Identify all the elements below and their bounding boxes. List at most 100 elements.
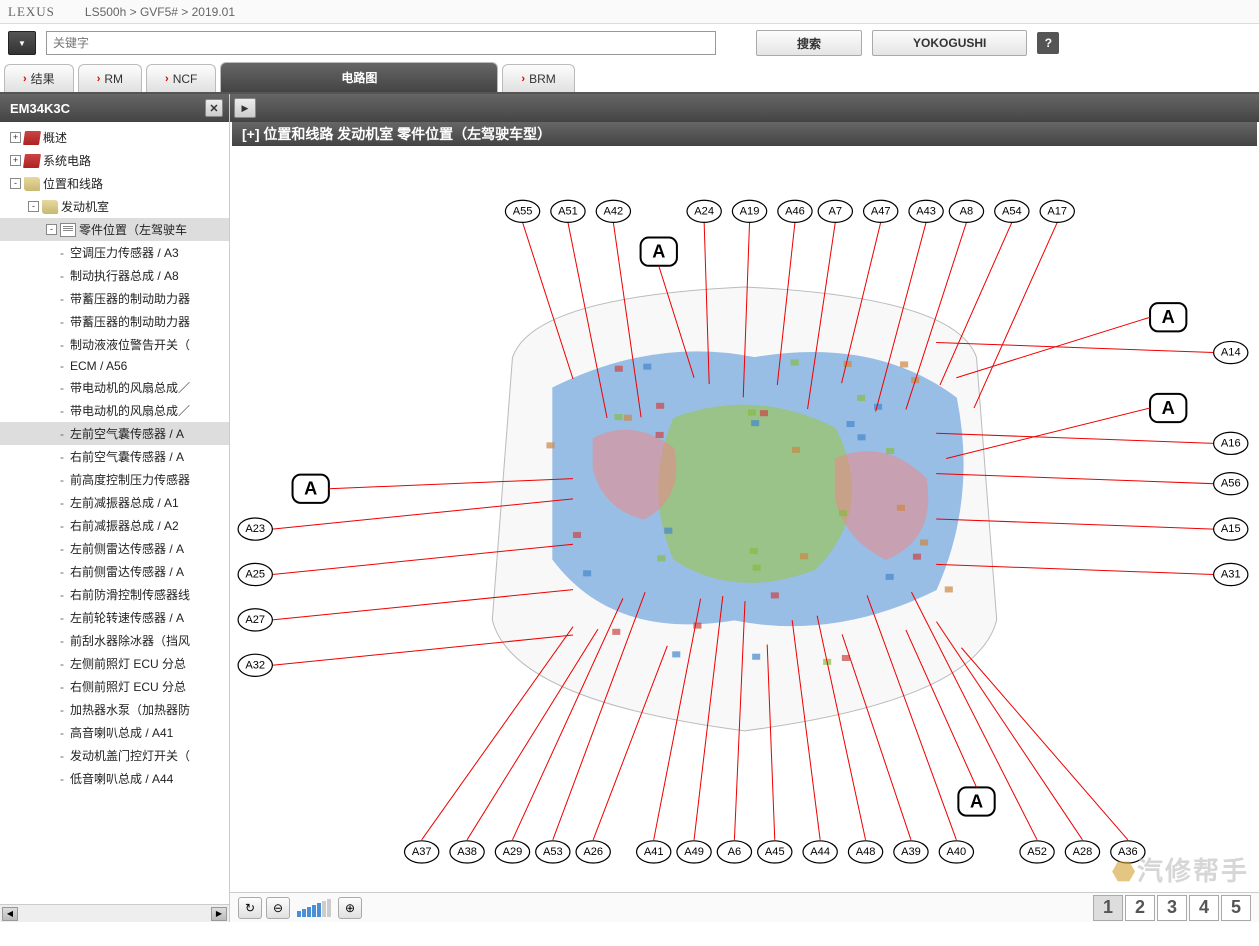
- page-2[interactable]: 2: [1125, 895, 1155, 921]
- svg-text:A55: A55: [513, 205, 533, 217]
- svg-text:A24: A24: [694, 205, 714, 217]
- tab-RM[interactable]: ›RM: [78, 64, 142, 92]
- svg-text:A37: A37: [412, 846, 432, 858]
- tree-leaf[interactable]: 右前空气囊传感器 / A: [0, 445, 229, 468]
- svg-text:A51: A51: [558, 205, 578, 217]
- svg-text:A: A: [652, 242, 665, 262]
- help-icon[interactable]: ?: [1037, 32, 1059, 54]
- expander-icon[interactable]: -: [10, 178, 21, 189]
- book-open-icon: [24, 177, 40, 191]
- svg-text:A44: A44: [810, 846, 830, 858]
- tree-leaf[interactable]: 右前防滑控制传感器线: [0, 583, 229, 606]
- pager: 12345: [1093, 895, 1251, 921]
- svg-text:A41: A41: [644, 846, 664, 858]
- svg-text:A53: A53: [543, 846, 563, 858]
- tree-node[interactable]: -零件位置（左驾驶车: [0, 218, 229, 241]
- tree-leaf[interactable]: 右侧前照灯 ECU 分总: [0, 675, 229, 698]
- tab-NCF[interactable]: ›NCF: [146, 64, 216, 92]
- tree-node[interactable]: +概述: [0, 126, 229, 149]
- tree-leaf[interactable]: 左前减振器总成 / A1: [0, 491, 229, 514]
- expander-icon[interactable]: +: [10, 132, 21, 143]
- tree-leaf[interactable]: 带蓄压器的制动助力器: [0, 287, 229, 310]
- tab-结果[interactable]: ›结果: [4, 64, 74, 92]
- tree-leaf[interactable]: 前高度控制压力传感器: [0, 468, 229, 491]
- page-1[interactable]: 1: [1093, 895, 1123, 921]
- tree-leaf[interactable]: 低音喇叭总成 / A44: [0, 767, 229, 790]
- svg-text:A27: A27: [245, 614, 265, 626]
- zoom-in-button[interactable]: ⊕: [338, 897, 362, 919]
- svg-text:A49: A49: [684, 846, 704, 858]
- tree-leaf[interactable]: 左侧前照灯 ECU 分总: [0, 652, 229, 675]
- tree-leaf[interactable]: 制动液液位警告开关（: [0, 333, 229, 356]
- svg-text:A38: A38: [457, 846, 477, 858]
- svg-text:A43: A43: [916, 205, 936, 217]
- svg-text:A56: A56: [1221, 478, 1241, 490]
- tab-BRM[interactable]: ›BRM: [502, 64, 574, 92]
- expand-button[interactable]: ▶: [234, 98, 256, 118]
- tree-leaf[interactable]: 左前侧雷达传感器 / A: [0, 537, 229, 560]
- svg-text:A28: A28: [1073, 846, 1093, 858]
- wiring-diagram[interactable]: A55A51A42A24A19A46A7A47A43A8A54A17AA23A2…: [230, 146, 1259, 892]
- sidebar: EM34K3C ✕ +概述+系统电路-位置和线路-发动机室-零件位置（左驾驶车空…: [0, 94, 230, 922]
- svg-text:A23: A23: [245, 523, 265, 535]
- doc-icon: [60, 223, 76, 237]
- tree-leaf[interactable]: 空调压力传感器 / A3: [0, 241, 229, 264]
- page-3[interactable]: 3: [1157, 895, 1187, 921]
- svg-text:A46: A46: [785, 205, 805, 217]
- sidebar-header: EM34K3C ✕: [0, 94, 229, 122]
- tree-leaf[interactable]: 加热器水泵（加热器防: [0, 698, 229, 721]
- expander-icon[interactable]: -: [46, 224, 57, 235]
- expander-icon[interactable]: +: [10, 155, 21, 166]
- svg-text:A16: A16: [1221, 437, 1241, 449]
- reset-view-button[interactable]: ↻: [238, 897, 262, 919]
- page-4[interactable]: 4: [1189, 895, 1219, 921]
- tree-leaf[interactable]: 带电动机的风扇总成／: [0, 399, 229, 422]
- svg-text:A45: A45: [765, 846, 785, 858]
- tree-leaf[interactable]: ECM / A56: [0, 356, 229, 376]
- tree-leaf[interactable]: 带电动机的风扇总成／: [0, 376, 229, 399]
- svg-text:A52: A52: [1027, 846, 1047, 858]
- svg-text:A48: A48: [856, 846, 876, 858]
- zoom-out-button[interactable]: ⊖: [266, 897, 290, 919]
- yokogushi-button[interactable]: YOKOGUSHI: [872, 30, 1027, 56]
- tree-leaf[interactable]: 右前减振器总成 / A2: [0, 514, 229, 537]
- tree-leaf[interactable]: 带蓄压器的制动助力器: [0, 310, 229, 333]
- nav-tree[interactable]: +概述+系统电路-位置和线路-发动机室-零件位置（左驾驶车空调压力传感器 / A…: [0, 122, 229, 904]
- tree-leaf[interactable]: 制动执行器总成 / A8: [0, 264, 229, 287]
- sidebar-close-button[interactable]: ✕: [205, 99, 223, 117]
- scroll-left-icon[interactable]: ◀: [2, 907, 18, 921]
- tree-leaf[interactable]: 前刮水器除冰器（挡风: [0, 629, 229, 652]
- search-scope-dropdown[interactable]: ▼: [8, 31, 36, 55]
- tree-leaf[interactable]: 右前侧雷达传感器 / A: [0, 560, 229, 583]
- sidebar-hscroll[interactable]: ◀ ▶: [0, 904, 229, 922]
- svg-text:A17: A17: [1047, 205, 1067, 217]
- tree-node[interactable]: +系统电路: [0, 149, 229, 172]
- zoom-level-indicator[interactable]: [297, 899, 331, 917]
- diagram-svg[interactable]: A55A51A42A24A19A46A7A47A43A8A54A17AA23A2…: [230, 146, 1259, 892]
- svg-text:A: A: [1162, 398, 1175, 418]
- tree-leaf[interactable]: 高音喇叭总成 / A41: [0, 721, 229, 744]
- expander-icon[interactable]: -: [28, 201, 39, 212]
- svg-text:A42: A42: [603, 205, 623, 217]
- tree-leaf[interactable]: 左前空气囊传感器 / A: [0, 422, 229, 445]
- content-toolbar: ▶: [230, 94, 1259, 122]
- book-red-icon: [23, 154, 41, 168]
- tree-leaf[interactable]: 发动机盖门控灯开关（: [0, 744, 229, 767]
- tab-电路图[interactable]: 电路图: [220, 62, 498, 92]
- svg-text:A29: A29: [503, 846, 523, 858]
- search-button[interactable]: 搜索: [756, 30, 862, 56]
- svg-text:A36: A36: [1118, 846, 1138, 858]
- tree-node[interactable]: -发动机室: [0, 195, 229, 218]
- page-5[interactable]: 5: [1221, 895, 1251, 921]
- svg-text:A: A: [304, 479, 317, 499]
- tree-node[interactable]: -位置和线路: [0, 172, 229, 195]
- svg-text:A6: A6: [728, 846, 742, 858]
- zoom-controls: ↻ ⊖ ⊕: [238, 897, 362, 919]
- tree-leaf[interactable]: 左前轮转速传感器 / A: [0, 606, 229, 629]
- breadcrumb: LS500h > GVF5# > 2019.01: [85, 5, 235, 19]
- search-input[interactable]: [46, 31, 716, 55]
- svg-text:A39: A39: [901, 846, 921, 858]
- svg-text:A19: A19: [740, 205, 760, 217]
- scroll-right-icon[interactable]: ▶: [211, 907, 227, 921]
- svg-text:A7: A7: [829, 205, 843, 217]
